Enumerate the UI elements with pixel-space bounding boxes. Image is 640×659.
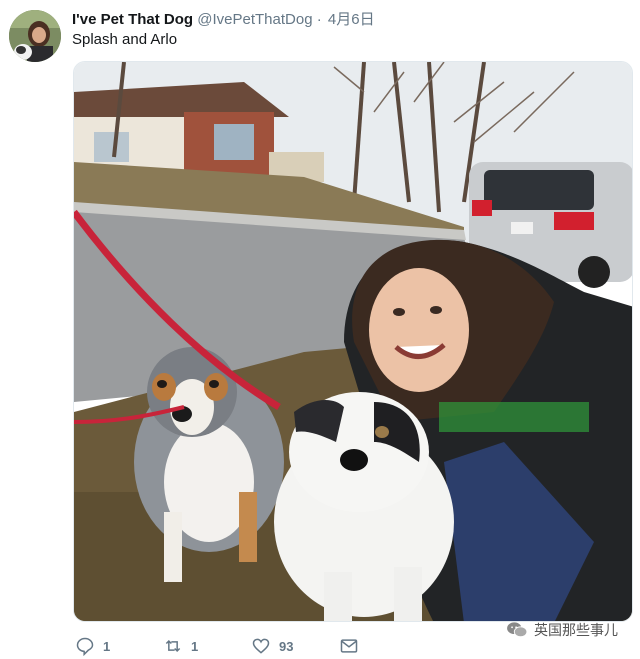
avatar-image [9, 10, 61, 62]
dm-button[interactable] [339, 636, 359, 656]
separator-dot: · [316, 11, 322, 28]
wechat-icon [507, 622, 528, 638]
heart-icon [252, 638, 270, 654]
like-button[interactable]: 93 [251, 636, 293, 656]
retweet-count: 1 [191, 638, 199, 654]
watermark: 英国那些事儿 [506, 620, 618, 640]
display-name[interactable]: I've Pet That Dog [72, 11, 193, 28]
reply-icon [76, 637, 94, 656]
retweet-icon [165, 639, 181, 653]
reply-count: 1 [103, 638, 111, 654]
reply-button[interactable]: 1 [75, 636, 110, 656]
retweet-button[interactable]: 1 [163, 636, 198, 656]
tweet-photo[interactable] [73, 61, 633, 622]
watermark-text: 英国那些事儿 [534, 622, 618, 638]
photo-image [74, 62, 632, 621]
avatar[interactable] [9, 10, 61, 62]
tweet-text: Splash and Arlo [72, 31, 178, 48]
tweet-date[interactable]: 4月6日 [328, 11, 375, 28]
user-handle[interactable]: @IvePetThatDog [197, 11, 312, 28]
tweet-header: I've Pet That Dog @IvePetThatDog · 4月6日 [72, 8, 375, 28]
like-count: 93 [279, 638, 294, 654]
dm-icon [340, 639, 358, 653]
